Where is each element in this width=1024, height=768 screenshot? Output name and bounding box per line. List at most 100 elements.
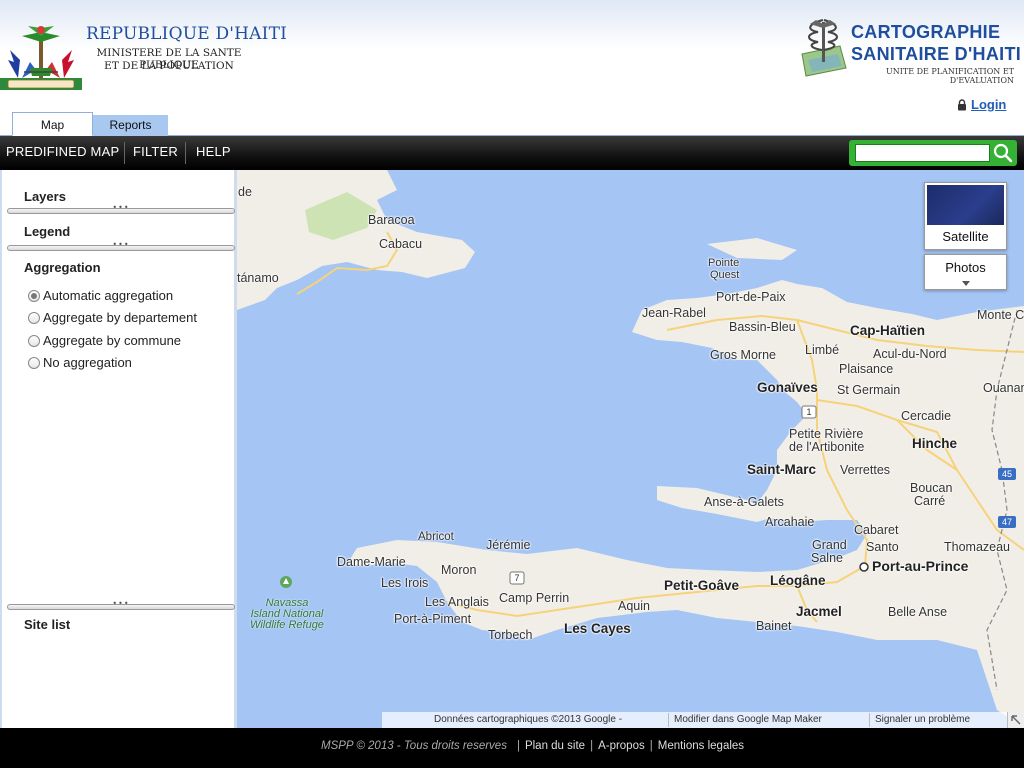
place-label: Belle Anse <box>888 605 948 619</box>
route-shield-label: 7 <box>514 573 519 583</box>
place-label: Dame-Marie <box>337 555 406 569</box>
place-label: Pointe <box>708 257 740 269</box>
place-label: Santo <box>866 540 899 554</box>
footer-separator: | <box>649 740 653 752</box>
menu-help[interactable]: HELP <box>196 136 231 170</box>
place-label: Carré <box>914 494 946 508</box>
place-label: Anse-à-Galets <box>704 495 784 509</box>
place-label: Acul-du-Nord <box>873 347 947 361</box>
satellite-label: Satellite <box>942 229 989 244</box>
photos-button[interactable]: Photos <box>924 254 1007 290</box>
place-label: Bassin-Bleu <box>729 320 796 334</box>
dropdown-arrow-icon <box>962 281 970 286</box>
header: REPUBLIQUE D'HAITI MINISTERE DE LA SANTE… <box>0 0 1024 112</box>
place-label: Salne <box>811 551 843 565</box>
place-label: Port-au-Prince <box>872 558 969 574</box>
layers-splitter[interactable]: ••• <box>7 203 235 214</box>
search-input[interactable] <box>855 144 990 162</box>
radio-button[interactable] <box>28 311 40 324</box>
place-label: Cabacu <box>379 237 423 251</box>
expand-corner-icon[interactable] <box>1007 712 1024 728</box>
radio-button[interactable] <box>28 356 40 369</box>
place-label: Baracoa <box>368 213 415 227</box>
tab-bar: Map Reports <box>0 112 1024 136</box>
radio-aggregate-commune[interactable]: Aggregate by commune <box>28 333 181 348</box>
place-label: Hinche <box>912 436 958 451</box>
place-label: Les Irois <box>381 576 429 590</box>
place-label: de l'Artibonite <box>789 440 865 454</box>
footer-link-a-propos[interactable]: A-propos <box>598 740 645 752</box>
radio-label: Aggregate by commune <box>43 333 182 348</box>
site-list-splitter[interactable]: ••• <box>7 599 235 610</box>
attribution-separator <box>668 713 669 727</box>
satellite-button[interactable]: Satellite <box>924 182 1007 250</box>
place-label: Abricot <box>418 531 454 543</box>
footer: MSPP © 2013 - Tous droits reserves | Pla… <box>0 728 1024 768</box>
place-label: Camp Perrin <box>499 591 570 605</box>
place-label: Thomazeau <box>944 540 1011 554</box>
place-label: Cap-Haïtien <box>850 323 926 338</box>
aggregation-title[interactable]: Aggregation <box>24 260 101 275</box>
place-label: Wildlife Refuge <box>250 619 324 631</box>
menu-separator <box>185 142 186 164</box>
place-label: Jérémie <box>486 538 531 552</box>
radio-automatic-aggregation[interactable]: Automatic aggregation <box>28 288 173 303</box>
legend-splitter[interactable]: ••• <box>7 240 235 251</box>
radio-aggregate-departement[interactable]: Aggregate by departement <box>28 310 197 325</box>
place-label: Ouanamint <box>983 381 1024 395</box>
menu-separator <box>124 142 125 164</box>
map-maker-link[interactable]: Modifier dans Google Map Maker <box>674 714 822 725</box>
tab-map[interactable]: Map <box>12 112 93 136</box>
place-label: Cercadie <box>901 409 952 423</box>
route-shield-label: 47 <box>1002 517 1012 527</box>
copyright-text: MSPP © 2013 - Tous droits reserves <box>321 740 507 752</box>
legend-title[interactable]: Legend <box>24 224 70 239</box>
place-label: de <box>238 185 252 199</box>
tab-reports[interactable]: Reports <box>93 115 168 136</box>
radio-label: No aggregation <box>43 355 132 370</box>
map-base-layer: 1 7 45 47 <box>237 170 1024 728</box>
splitter-grip: ••• <box>112 599 130 608</box>
place-label: Gros Morne <box>710 348 776 362</box>
radio-button[interactable] <box>28 334 40 347</box>
search-icon[interactable] <box>992 142 1014 164</box>
report-problem-link[interactable]: Signaler un problème <box>875 714 970 725</box>
route-shield-label: 45 <box>1002 469 1012 479</box>
menu-predefined-map[interactable]: PREDIFINED MAP <box>6 136 119 170</box>
route-shield-label: 1 <box>806 407 811 417</box>
radio-button[interactable] <box>28 289 40 302</box>
place-label: Petite Rivière <box>789 427 864 441</box>
place-label: Aquin <box>618 599 650 613</box>
place-label: tánamo <box>237 271 279 285</box>
place-label: Les Cayes <box>564 621 631 636</box>
place-label: Port-à-Piment <box>394 612 472 626</box>
login-link[interactable]: Login <box>971 97 1006 112</box>
photos-label: Photos <box>945 260 986 275</box>
map-view[interactable]: 1 7 45 47 de Baracoa Cabacu tánamo Point… <box>237 170 1024 728</box>
sidebar-panel: Layers ••• Legend ••• Aggregation Automa… <box>0 170 237 728</box>
site-list-title[interactable]: Site list <box>24 617 70 632</box>
place-label: Petit-Goâve <box>664 578 740 593</box>
footer-content: MSPP © 2013 - Tous droits reserves | Pla… <box>321 740 744 752</box>
place-label: Cabaret <box>854 523 899 537</box>
radio-label: Automatic aggregation <box>43 288 174 303</box>
place-label: Monte C <box>977 308 1024 322</box>
radio-no-aggregation[interactable]: No aggregation <box>28 355 132 370</box>
splitter-grip: ••• <box>112 240 130 249</box>
login-area: Login <box>957 97 1006 112</box>
place-label: Plaisance <box>839 362 894 376</box>
layers-title[interactable]: Layers <box>24 189 66 204</box>
radio-label: Aggregate by departement <box>43 310 197 325</box>
place-label: Moron <box>441 563 477 577</box>
map-attribution-bar: Données cartographiques ©2013 Google - M… <box>382 712 1024 728</box>
footer-link-plan-du-site[interactable]: Plan du site <box>525 740 585 752</box>
ministry-line-2: ET DE LA POPULATION <box>104 60 234 72</box>
place-label: Boucan <box>910 481 953 495</box>
carto-title-line-2: SANITAIRE D'HAITI <box>851 44 1022 64</box>
capital-marker-icon <box>859 562 869 572</box>
place-label: Quest <box>710 269 740 281</box>
splitter-grip: ••• <box>112 203 130 212</box>
carto-title-line-1: CARTOGRAPHIE <box>851 22 1001 42</box>
menu-filter[interactable]: FILTER <box>133 136 178 170</box>
footer-link-mentions-legales[interactable]: Mentions legales <box>658 740 744 752</box>
